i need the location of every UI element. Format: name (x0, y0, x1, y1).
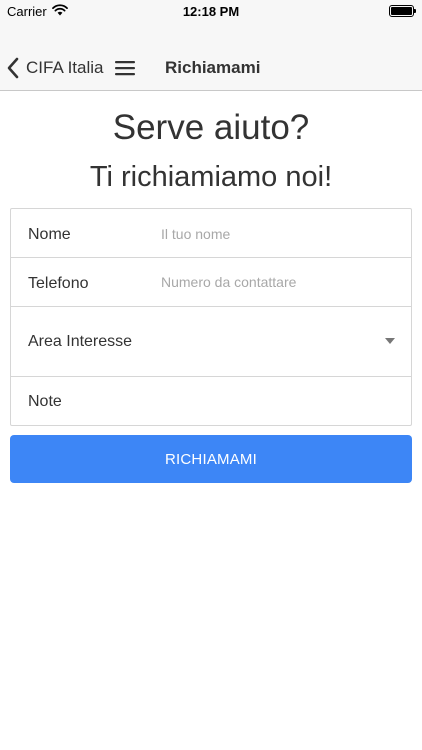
triangle-down-icon[interactable] (385, 338, 395, 344)
callback-form: Nome Telefono Area Interesse Note (10, 208, 412, 426)
phone-input[interactable] (161, 270, 396, 294)
phone-label: Telefono (28, 275, 89, 292)
navigation-bar: CIFA Italia Richiamami (0, 24, 422, 91)
hamburger-menu-icon[interactable] (114, 59, 136, 77)
interest-area-label: Area Interesse (28, 333, 133, 350)
name-input[interactable] (161, 222, 396, 246)
phone-row: Telefono (11, 258, 411, 307)
name-row: Nome (11, 209, 411, 258)
status-bar: Carrier 12:18 PM (0, 0, 422, 24)
interest-area-row: Area Interesse (11, 307, 411, 377)
chevron-left-icon (7, 57, 19, 79)
status-time: 12:18 PM (182, 4, 240, 19)
back-button[interactable]: CIFA Italia (6, 57, 103, 79)
back-button-label: CIFA Italia (26, 58, 104, 77)
help-subheading: Ti richiamiamo noi! (89, 161, 333, 193)
callback-submit-button[interactable]: RICHIAMAMI (10, 435, 412, 483)
name-label: Nome (28, 226, 71, 243)
help-heading: Serve aiuto? (112, 108, 310, 147)
battery-icon (389, 5, 416, 17)
notes-label: Note (28, 393, 62, 410)
page-title: Richiamami (165, 58, 261, 77)
notes-row[interactable]: Note (11, 377, 411, 425)
